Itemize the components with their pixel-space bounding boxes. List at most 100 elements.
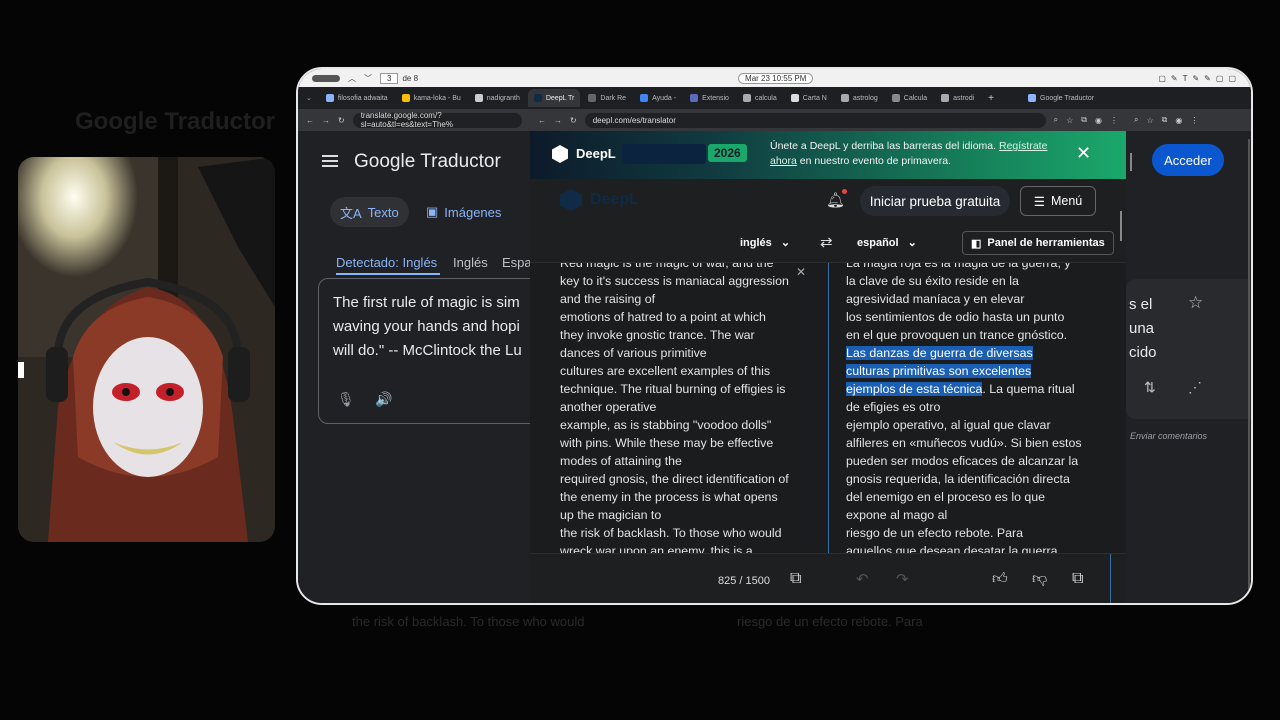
target-line: alfileres en «muñecos vudú». Si bien est… bbox=[846, 436, 1082, 450]
source-text-area[interactable]: Red magic is the magic of war, and the ke… bbox=[560, 263, 800, 553]
menu-icon[interactable] bbox=[322, 155, 338, 167]
rate-translation-icon[interactable]: ⇅ bbox=[1144, 379, 1156, 396]
thumbs-up-icon[interactable]: 👍︎ bbox=[992, 570, 1008, 588]
copy-source-icon[interactable]: ⧉ bbox=[790, 570, 801, 588]
scrollbar[interactable] bbox=[1120, 211, 1122, 241]
google-translate-logo: Google Traductor bbox=[354, 151, 501, 173]
tab-item[interactable]: nadigranth bbox=[469, 89, 526, 107]
close-icon[interactable]: ✕ bbox=[1076, 143, 1091, 164]
gt-url-field[interactable]: translate.google.com/?sl=auto&tl=es&text… bbox=[352, 111, 522, 129]
bookmark-star-icon[interactable]: ☆ bbox=[1146, 116, 1153, 125]
extensions-icon[interactable]: ⧉ bbox=[1162, 115, 1168, 125]
tab-item[interactable]: kama-loka - Bu bbox=[396, 89, 467, 107]
menu-button[interactable]: ☰ Menú bbox=[1020, 186, 1096, 216]
target-line: ejemplos de esta técnica. La quema ritua… bbox=[846, 380, 1086, 398]
reload-icon[interactable]: ↻ bbox=[570, 116, 577, 125]
target-line: riesgo de un efecto rebote. Para bbox=[846, 526, 1024, 540]
deepl-window: DeepL 2026 Únete a DeepL y derriba las b… bbox=[530, 131, 1126, 603]
chevron-up-icon[interactable]: ︿ bbox=[348, 73, 356, 84]
source-line: another operative bbox=[560, 400, 657, 414]
menu-dots-icon[interactable]: ⋮ bbox=[1190, 116, 1198, 125]
source-line: the enemy in the process is what opens bbox=[560, 490, 778, 504]
signin-button[interactable]: Acceder bbox=[1152, 144, 1224, 176]
source-text[interactable]: The first rule of magic is sim waving yo… bbox=[333, 291, 543, 363]
profile-icon[interactable]: ◉ bbox=[1175, 116, 1182, 125]
output-box: s el una cido ☆ ⇅ ⋰ bbox=[1126, 279, 1251, 419]
highlighted-text[interactable]: Las danzas de guerra de diversas bbox=[846, 346, 1033, 360]
source-text-box[interactable]: The first rule of magic is sim waving yo… bbox=[318, 278, 558, 424]
tab-favicon bbox=[533, 94, 542, 102]
tab-images[interactable]: ▣ Imágenes bbox=[416, 197, 511, 227]
banner-text-tail: en nuestro evento de primavera. bbox=[799, 155, 951, 167]
back-icon[interactable]: ← bbox=[306, 116, 314, 125]
tab-item[interactable]: Calcula bbox=[886, 89, 933, 107]
browser-tab-strip: ⌄ filosofia adwaita kama-loka - Bu nadig… bbox=[298, 87, 1251, 109]
chevron-down-icon: ⌄ bbox=[907, 237, 917, 249]
source-line: example, as is stabbing "voodoo dolls" bbox=[560, 418, 772, 432]
tab-label: Carta N bbox=[802, 94, 827, 102]
os-toolbar-icons[interactable]: ▢✎T✎✎▢▢ bbox=[1158, 74, 1241, 83]
microphone-icon[interactable]: 🎙 bbox=[337, 387, 355, 411]
save-star-icon[interactable]: ☆ bbox=[1188, 293, 1203, 313]
speaker-icon[interactable]: 🔊 bbox=[375, 387, 392, 411]
new-tab-icon[interactable]: + bbox=[988, 93, 994, 104]
send-feedback-link[interactable]: Enviar comentarios bbox=[1130, 431, 1207, 441]
tab-label: filosofia adwaita bbox=[337, 94, 388, 102]
source-language-label: inglés bbox=[740, 237, 772, 249]
redo-icon[interactable]: ↷ bbox=[896, 570, 909, 588]
tab-item[interactable]: Ayuda - bbox=[634, 89, 682, 107]
target-text-area[interactable]: La magia roja es la magia de la guerra, … bbox=[846, 263, 1086, 553]
target-language-select[interactable]: español ⌄ bbox=[857, 236, 917, 249]
tab-list-icon[interactable]: ⌄ bbox=[306, 94, 312, 102]
back-icon[interactable]: ← bbox=[538, 116, 546, 125]
tab-item[interactable]: Dark Re bbox=[582, 89, 632, 107]
tab-item[interactable]: Google Traductor bbox=[1022, 89, 1100, 107]
tab-item[interactable]: astrolog bbox=[835, 89, 884, 107]
deepl-url-field[interactable]: deepl.com/es/translator bbox=[584, 112, 1046, 128]
tab-images-label: Imágenes bbox=[444, 204, 502, 220]
zoom-icon[interactable]: ⌕ bbox=[1134, 115, 1138, 125]
target-line: los sentimientos de odio hasta un punto bbox=[846, 310, 1065, 324]
clear-text-icon[interactable]: ✕ bbox=[796, 265, 806, 279]
tools-panel-button[interactable]: ◧ Panel de herramientas bbox=[962, 231, 1114, 255]
lang-spanish[interactable]: Espa bbox=[502, 255, 532, 270]
highlighted-text[interactable]: culturas primitivas son excelentes bbox=[846, 364, 1032, 378]
highlighted-text[interactable]: ejemplos de esta técnica bbox=[846, 382, 983, 396]
bookmark-star-icon[interactable]: ☆ bbox=[1066, 116, 1073, 125]
deepl-logo-text[interactable]: DeepL bbox=[590, 191, 639, 209]
tab-text[interactable]: 文A Texto bbox=[330, 197, 409, 227]
notification-bell-icon[interactable]: 🔔︎ bbox=[826, 191, 845, 209]
profile-icon[interactable]: ◉ bbox=[1095, 116, 1102, 125]
output-line: una bbox=[1129, 320, 1155, 337]
tab-item[interactable]: calcula bbox=[737, 89, 783, 107]
reload-icon[interactable]: ↻ bbox=[338, 116, 345, 125]
source-language-select[interactable]: inglés ⌄ bbox=[740, 236, 790, 249]
screen: Google Traductor the risk of backlash. T… bbox=[0, 0, 1280, 720]
chevron-down-icon[interactable]: ﹀ bbox=[364, 73, 372, 84]
banner-text-main: Únete a DeepL y derriba las barreras del… bbox=[770, 140, 997, 152]
extensions-icon[interactable]: ⧉ bbox=[1081, 115, 1087, 125]
tab-label: kama-loka - Bu bbox=[413, 94, 461, 102]
forward-icon[interactable]: → bbox=[322, 116, 330, 125]
undo-icon[interactable]: ↶ bbox=[856, 570, 869, 588]
tab-item[interactable]: Carta N bbox=[785, 89, 833, 107]
tab-favicon bbox=[742, 94, 751, 102]
lang-english[interactable]: Inglés bbox=[453, 255, 488, 270]
copy-translation-icon[interactable]: ⧉ bbox=[1072, 570, 1083, 588]
tab-item-active[interactable]: DeepL Tr bbox=[527, 89, 581, 107]
window-scrollbar[interactable] bbox=[1248, 139, 1250, 599]
scrollbar[interactable] bbox=[1130, 153, 1132, 171]
forward-icon[interactable]: → bbox=[554, 116, 562, 125]
menu-dots-icon[interactable]: ⋮ bbox=[1110, 116, 1118, 125]
page-number-input[interactable]: 3 bbox=[380, 72, 399, 84]
start-trial-button[interactable]: Iniciar prueba gratuita bbox=[860, 186, 1010, 216]
share-icon[interactable]: ⋰ bbox=[1188, 379, 1202, 396]
tab-item[interactable]: filosofia adwaita bbox=[320, 89, 394, 107]
tab-item[interactable]: Extensio bbox=[684, 89, 735, 107]
tab-item[interactable]: astrodi bbox=[935, 89, 980, 107]
thumbs-down-icon[interactable]: 👎︎ bbox=[1032, 570, 1047, 588]
logo-google-word: Google bbox=[354, 151, 416, 172]
lang-detected[interactable]: Detectado: Inglés bbox=[336, 255, 437, 270]
zoom-icon[interactable]: ⌕ bbox=[1054, 115, 1058, 125]
swap-languages-icon[interactable]: ⇄ bbox=[820, 233, 833, 251]
